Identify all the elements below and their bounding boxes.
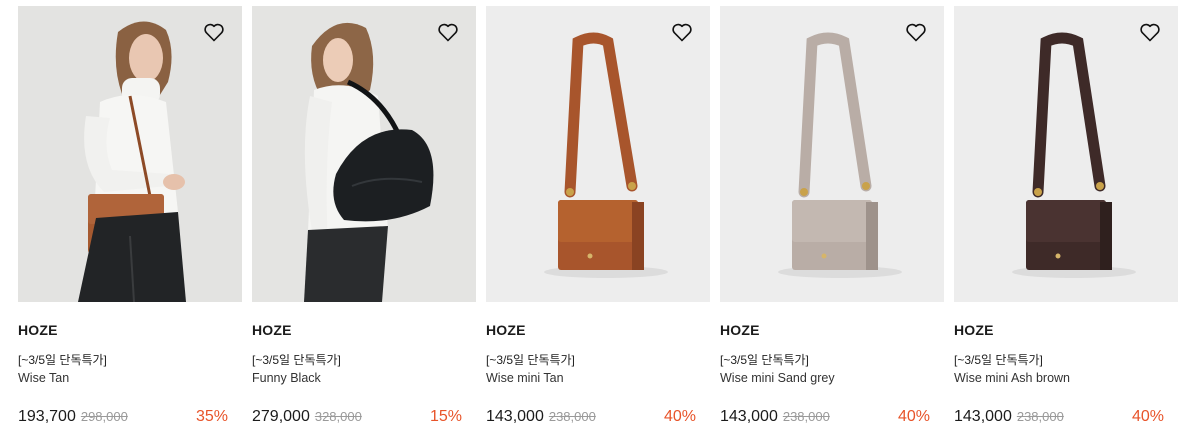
product-image[interactable] — [18, 6, 242, 302]
sale-price: 193,700 — [18, 408, 76, 425]
product-card[interactable]: HOZE [~3/5일 단독특가] Wise mini Ash brown 14… — [954, 6, 1178, 428]
heart-outline-icon[interactable] — [1138, 20, 1162, 44]
promo-label: [~3/5일 단독특가] — [720, 353, 809, 367]
brand-name[interactable]: HOZE — [720, 322, 944, 339]
price-row: 143,000 238,000 40% — [486, 408, 710, 428]
product-card[interactable]: HOZE [~3/5일 단독특가] Funny Black 279,000 32… — [252, 6, 476, 428]
price-row: 143,000 238,000 40% — [720, 408, 944, 428]
product-image[interactable] — [252, 6, 476, 302]
brand-name[interactable]: HOZE — [252, 322, 476, 339]
brand-name[interactable]: HOZE — [954, 322, 1178, 339]
sale-price: 143,000 — [954, 408, 1012, 425]
sale-price: 143,000 — [486, 408, 544, 425]
promo-label: [~3/5일 단독특가] — [252, 353, 341, 367]
price-row: 193,700 298,000 35% — [18, 408, 242, 428]
product-card[interactable]: HOZE [~3/5일 단독특가] Wise mini Tan 143,000 … — [486, 6, 710, 428]
heart-outline-icon[interactable] — [670, 20, 694, 44]
product-name[interactable]: Wise mini Tan — [486, 370, 710, 386]
product-grid: HOZE [~3/5일 단독특가] Wise Tan 193,700 298,0… — [18, 6, 1178, 428]
promo-label: [~3/5일 단독특가] — [18, 353, 107, 367]
discount-rate: 35% — [195, 408, 228, 425]
promo-label: [~3/5일 단독특가] — [486, 353, 575, 367]
product-name[interactable]: Wise mini Sand grey — [720, 370, 944, 386]
brand-name[interactable]: HOZE — [18, 322, 242, 339]
product-name[interactable]: Funny Black — [252, 370, 476, 386]
product-card[interactable]: HOZE [~3/5일 단독특가] Wise Tan 193,700 298,0… — [18, 6, 242, 428]
discount-rate: 40% — [897, 408, 930, 425]
original-price: 238,000 — [1016, 409, 1064, 424]
heart-outline-icon[interactable] — [436, 20, 460, 44]
product-name[interactable]: Wise mini Ash brown — [954, 370, 1178, 386]
sale-price: 279,000 — [252, 408, 310, 425]
product-name[interactable]: Wise Tan — [18, 370, 242, 386]
original-price: 298,000 — [80, 409, 128, 424]
original-price: 328,000 — [314, 409, 362, 424]
promo-label: [~3/5일 단독특가] — [954, 353, 1043, 367]
price-row: 143,000 238,000 40% — [954, 408, 1178, 428]
product-image[interactable] — [720, 6, 944, 302]
discount-rate: 40% — [663, 408, 696, 425]
heart-outline-icon[interactable] — [202, 20, 226, 44]
heart-outline-icon[interactable] — [904, 20, 928, 44]
original-price: 238,000 — [782, 409, 830, 424]
original-price: 238,000 — [548, 409, 596, 424]
discount-rate: 15% — [429, 408, 462, 425]
brand-name[interactable]: HOZE — [486, 322, 710, 339]
product-image[interactable] — [954, 6, 1178, 302]
discount-rate: 40% — [1131, 408, 1164, 425]
product-card[interactable]: HOZE [~3/5일 단독특가] Wise mini Sand grey 14… — [720, 6, 944, 428]
sale-price: 143,000 — [720, 408, 778, 425]
product-image[interactable] — [486, 6, 710, 302]
price-row: 279,000 328,000 15% — [252, 408, 476, 428]
